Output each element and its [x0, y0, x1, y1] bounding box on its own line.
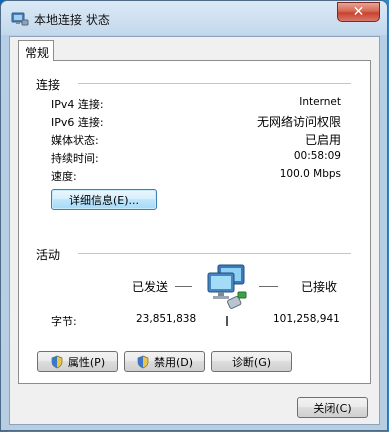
sent-label: 已发送	[132, 280, 169, 294]
diagnose-button[interactable]: 诊断(G)	[211, 351, 292, 372]
uac-shield-icon	[50, 355, 64, 369]
ipv6-value: 无网络访问权限	[256, 115, 341, 129]
close-icon: ✕	[352, 4, 365, 20]
speed-label: 速度:	[51, 170, 77, 183]
ipv4-label: IPv4 连接:	[51, 98, 104, 111]
bytes-received-value: 101,258,941	[273, 313, 340, 325]
media-state-label: 媒体状态:	[51, 134, 99, 147]
received-dash	[259, 286, 278, 287]
media-state-value: 已启用	[304, 133, 341, 147]
tab-general[interactable]: 常规	[18, 40, 54, 61]
uac-shield-icon	[136, 355, 150, 369]
duration-value: 00:58:09	[293, 150, 341, 162]
disable-button-label: 禁用(D)	[153, 355, 194, 369]
network-connection-icon	[11, 11, 29, 27]
window-close-button[interactable]: ✕	[337, 2, 380, 22]
details-button-label: 详细信息(E)...	[68, 193, 140, 207]
connection-section-title: 连接	[36, 78, 61, 92]
sent-dash	[175, 286, 192, 287]
close-button-label: 关闭(C)	[313, 401, 352, 415]
activity-section-title: 活动	[36, 248, 61, 262]
bytes-sent-value: 23,851,838	[136, 313, 197, 325]
speed-value: 100.0 Mbps	[279, 168, 341, 180]
activity-separator	[78, 253, 351, 254]
title-bar[interactable]: 本地连接 状态 ✕	[1, 1, 387, 35]
properties-button[interactable]: 属性(P)	[37, 351, 118, 372]
ipv6-label: IPv6 连接:	[51, 116, 104, 129]
duration-label: 持续时间:	[51, 152, 99, 165]
diagnose-button-label: 诊断(G)	[231, 355, 272, 369]
disable-button[interactable]: 禁用(D)	[124, 351, 205, 372]
window-title: 本地连接 状态	[34, 13, 110, 27]
network-activity-icon	[204, 264, 256, 316]
bytes-label: 字节:	[51, 315, 77, 328]
received-label: 已接收	[301, 280, 338, 294]
properties-button-label: 属性(P)	[67, 355, 106, 369]
ipv4-value: Internet	[299, 96, 341, 108]
close-button[interactable]: 关闭(C)	[297, 397, 368, 418]
activity-connector-line	[226, 316, 228, 326]
connection-separator	[78, 83, 351, 84]
details-button[interactable]: 详细信息(E)...	[51, 189, 157, 210]
